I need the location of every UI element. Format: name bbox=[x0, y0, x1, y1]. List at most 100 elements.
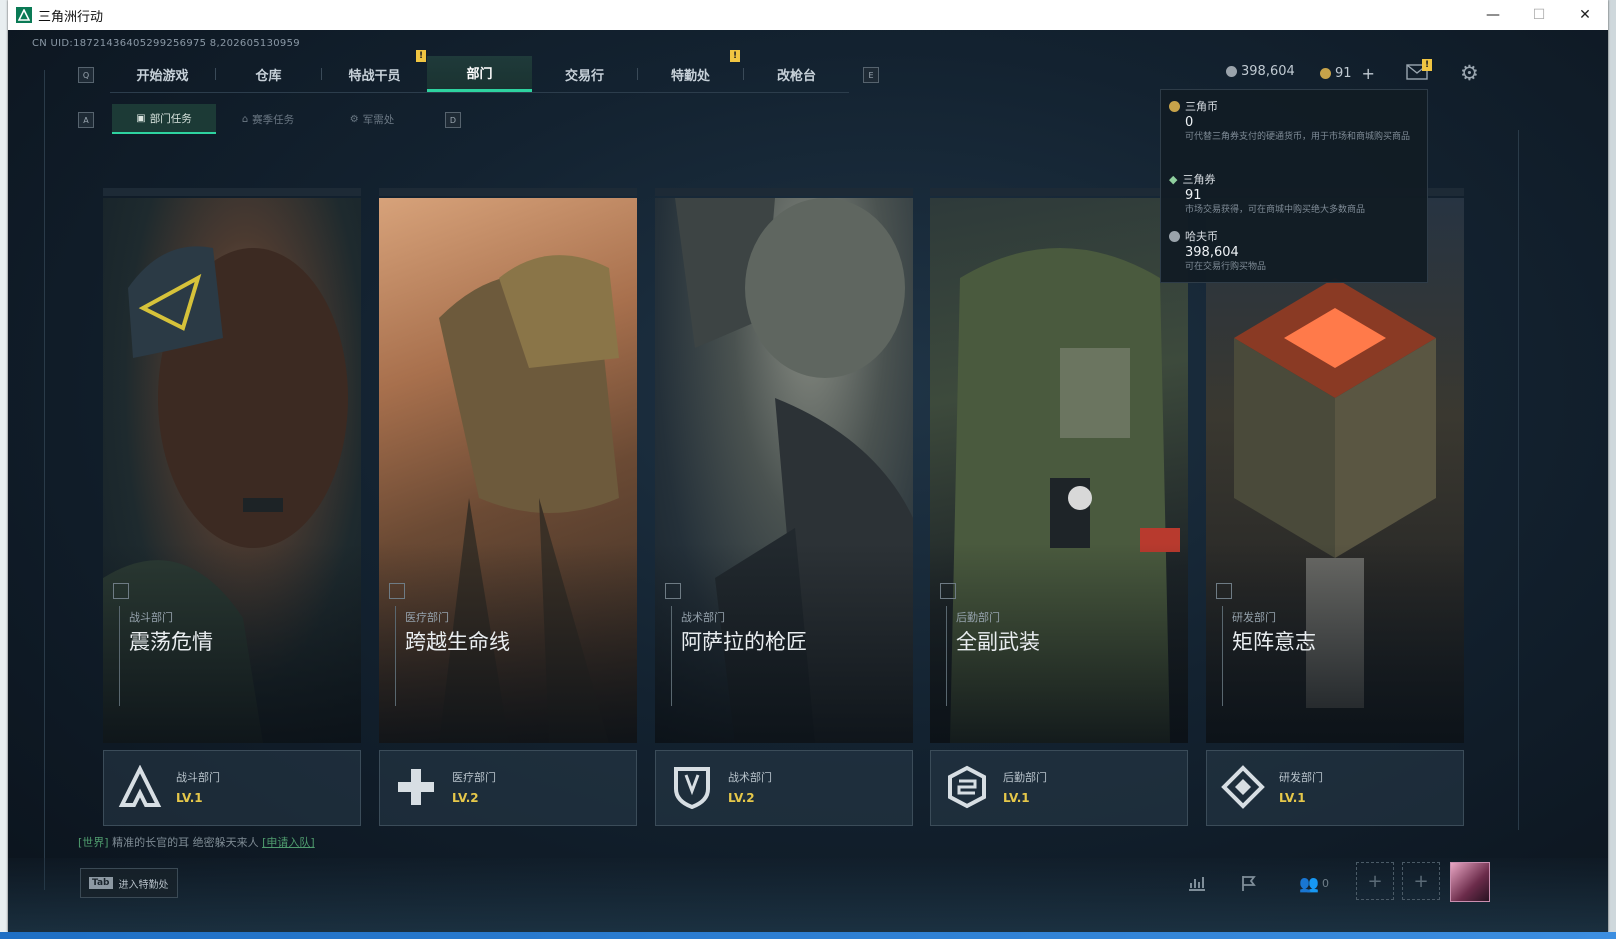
card-mission-title: 震荡危情 bbox=[129, 630, 213, 654]
department-card-medical[interactable]: 医疗部门 跨越生命线 医疗部门 LV.2 bbox=[379, 188, 637, 826]
tab-label: 特战干员 bbox=[348, 68, 401, 84]
card-footer: 研发部门 LV.1 bbox=[1206, 750, 1464, 826]
tab-label: 开始游戏 bbox=[136, 68, 189, 84]
currency-value: 0 bbox=[1185, 115, 1194, 130]
flag-icon[interactable] bbox=[1236, 870, 1262, 896]
tab-warehouse[interactable]: 仓库 bbox=[216, 56, 321, 92]
expand-icon bbox=[665, 583, 681, 599]
game-window: 三角洲行动 — ☐ ✕ CN UID:18721436405299256975 … bbox=[8, 0, 1608, 932]
logistics-department-icon bbox=[939, 759, 995, 815]
subtab-season-tasks[interactable]: ⌂ 赛季任务 bbox=[216, 104, 320, 134]
subnav-next-key[interactable]: D bbox=[445, 112, 461, 128]
department-name: 研发部门 bbox=[1279, 771, 1323, 784]
currency-desc: 可在交易行购买物品 bbox=[1185, 262, 1267, 272]
game-viewport: CN UID:18721436405299256975 8,2026051309… bbox=[8, 30, 1608, 932]
triangle-balance[interactable]: 91 + bbox=[1320, 64, 1375, 83]
hafcoin-balance[interactable]: 398,604 bbox=[1226, 64, 1295, 79]
card-footer: 医疗部门 LV.2 bbox=[379, 750, 637, 826]
department-name: 后勤部门 bbox=[1003, 771, 1047, 784]
subnav-prev-key[interactable]: A bbox=[78, 112, 94, 128]
tab-start-game[interactable]: 开始游戏 bbox=[110, 56, 215, 92]
card-top-bar bbox=[655, 188, 913, 196]
friends-button[interactable]: 👥 0 bbox=[1294, 870, 1334, 896]
join-team-link[interactable]: [申请入队] bbox=[262, 836, 315, 849]
app-icon bbox=[16, 7, 32, 23]
tab-departments[interactable]: 部门 bbox=[427, 56, 532, 92]
department-level: LV.1 bbox=[1279, 791, 1306, 805]
frame-line bbox=[44, 70, 45, 890]
card-art bbox=[930, 198, 1188, 743]
currency-desc: 可代替三角券支付的硬通货币，用于市场和商城购买商品 bbox=[1185, 132, 1411, 142]
chat-channel: [世界] bbox=[78, 836, 109, 849]
card-line bbox=[1222, 606, 1223, 706]
add-currency-button[interactable]: + bbox=[1362, 64, 1375, 83]
card-line bbox=[671, 606, 672, 706]
card-subtitle: 战术部门 bbox=[681, 611, 725, 624]
research-department-icon bbox=[1215, 759, 1271, 815]
card-art bbox=[655, 198, 913, 743]
sub-nav: ▣ 部门任务 ⌂ 赛季任务 ⚙ 军需处 bbox=[112, 104, 424, 134]
department-name: 战斗部门 bbox=[176, 771, 220, 784]
enter-special-ops-button[interactable]: Tab 进入特勤处 bbox=[80, 868, 178, 898]
close-button[interactable]: ✕ bbox=[1562, 0, 1608, 30]
world-chat-line: [世界] 精准的长官的耳 绝密躲天来人 [申请入队] bbox=[78, 834, 315, 850]
stats-icon[interactable] bbox=[1184, 870, 1210, 896]
window-title: 三角洲行动 bbox=[38, 9, 104, 25]
nav-next-key[interactable]: E bbox=[863, 67, 879, 83]
tab-gunsmith[interactable]: 改枪台 bbox=[744, 56, 849, 92]
mail-alert-badge: ! bbox=[1422, 59, 1432, 71]
department-name: 战术部门 bbox=[728, 771, 772, 784]
desktop-edge bbox=[0, 0, 8, 939]
tab-special-ops[interactable]: 特勤处 bbox=[638, 56, 743, 92]
tactical-department-icon bbox=[664, 759, 720, 815]
tab-label: 改枪台 bbox=[776, 68, 816, 84]
tab-key: Tab bbox=[89, 877, 113, 889]
card-top-bar bbox=[103, 188, 361, 196]
os-taskbar bbox=[0, 932, 1616, 939]
maximize-button[interactable]: ☐ bbox=[1516, 0, 1562, 30]
triangle-coin-icon bbox=[1169, 100, 1180, 112]
team-slot-2[interactable]: + bbox=[1402, 862, 1440, 900]
department-level: LV.2 bbox=[452, 791, 479, 805]
minimize-button[interactable]: — bbox=[1470, 0, 1516, 30]
tab-operators[interactable]: 特战干员 bbox=[322, 56, 427, 92]
title-bar: 三角洲行动 — ☐ ✕ bbox=[8, 0, 1608, 30]
subtab-label: 军需处 bbox=[362, 113, 395, 126]
player-avatar[interactable] bbox=[1450, 862, 1490, 902]
settings-gear-icon[interactable]: ⚙ bbox=[1460, 61, 1479, 85]
combat-department-icon bbox=[112, 759, 168, 815]
quartermaster-icon: ⚙ bbox=[349, 113, 359, 125]
hafcoin-icon bbox=[1169, 230, 1180, 242]
triangle-ticket-icon: ◆ bbox=[1169, 172, 1178, 186]
card-top-bar bbox=[930, 188, 1188, 196]
department-card-combat[interactable]: 战斗部门 震荡危情 战斗部门 LV.1 bbox=[103, 188, 361, 826]
card-art bbox=[103, 198, 361, 743]
subtab-quartermaster[interactable]: ⚙ 军需处 bbox=[320, 104, 424, 134]
card-mission-title: 跨越生命线 bbox=[405, 630, 510, 654]
subtab-department-tasks[interactable]: ▣ 部门任务 bbox=[112, 104, 216, 134]
card-mission-title: 全副武装 bbox=[956, 630, 1040, 654]
tab-label: 交易行 bbox=[564, 68, 604, 84]
expand-icon bbox=[113, 583, 129, 599]
friends-count: 0 bbox=[1321, 876, 1329, 890]
card-mission-title: 阿萨拉的枪匠 bbox=[681, 630, 807, 654]
department-card-logistics[interactable]: 后勤部门 全副武装 后勤部门 LV.1 bbox=[930, 188, 1188, 826]
uid-text: CN UID:18721436405299256975 8,2026051309… bbox=[32, 38, 300, 49]
card-footer: 战斗部门 LV.1 bbox=[103, 750, 361, 826]
triangle-coin-icon bbox=[1320, 68, 1331, 79]
chat-message: 精准的长官的耳 绝密躲天来人 bbox=[112, 836, 259, 849]
department-level: LV.2 bbox=[728, 791, 755, 805]
medical-department-icon bbox=[388, 759, 444, 815]
clipboard-icon: ▣ bbox=[136, 112, 146, 124]
tab-label: 仓库 bbox=[255, 68, 282, 84]
tab-trading[interactable]: 交易行 bbox=[532, 56, 637, 92]
currency-value: 398,604 bbox=[1185, 245, 1239, 260]
team-slot-1[interactable]: + bbox=[1356, 862, 1394, 900]
department-card-research[interactable]: 研发部门 矩阵意志 研发部门 LV.1 bbox=[1206, 188, 1464, 826]
currency-value: 91 bbox=[1185, 188, 1202, 203]
department-card-tactical[interactable]: 战术部门 阿萨拉的枪匠 战术部门 LV.2 bbox=[655, 188, 913, 826]
nav-prev-key[interactable]: Q bbox=[78, 67, 94, 83]
expand-icon bbox=[389, 583, 405, 599]
enter-special-ops-label: 进入特勤处 bbox=[118, 879, 169, 891]
tooltip-item: 三角币 0 可代替三角券支付的硬通货币，用于市场和商城购买商品 bbox=[1169, 98, 1423, 144]
